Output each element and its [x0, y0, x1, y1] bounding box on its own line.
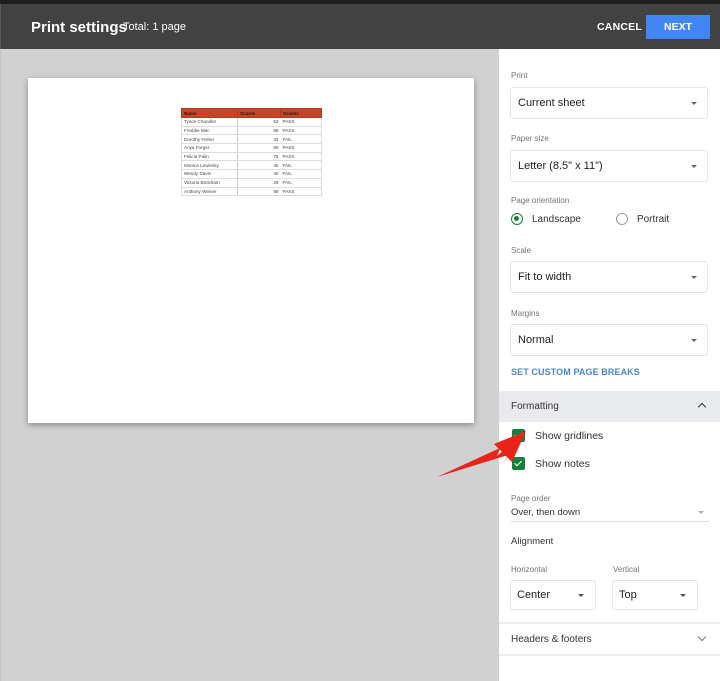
horizontal-alignment-value: Center [517, 589, 551, 601]
sheet-cell-score: 75 [237, 152, 281, 162]
sheet-cell-score: 88 [237, 126, 281, 136]
portrait-radio[interactable] [615, 213, 628, 225]
orientation-label: Page orientation [511, 196, 570, 205]
margins-select[interactable]: Normal [510, 324, 708, 356]
sheet-cell-name: Victoria Beckham [181, 178, 238, 188]
sheet-cell-grade: PASS [280, 126, 322, 136]
next-button[interactable]: NEXT [646, 15, 710, 39]
sheet-cell-grade: PASS [280, 187, 322, 197]
chevron-up-icon [697, 402, 707, 412]
sheet-cell-score: 40 [237, 169, 281, 179]
orientation-radio-group: Landscape Portrait [511, 213, 669, 225]
dropdown-caret-icon [578, 594, 584, 597]
sheet-cell-grade: PASS [280, 152, 322, 162]
sheet-cell-grade: PASS [280, 117, 322, 127]
sheet-cell-name: Freddie Mac [181, 126, 238, 136]
cancel-button[interactable]: CANCEL [597, 21, 642, 33]
sheet-cell-grade: FAIL [280, 169, 322, 179]
section-divider [499, 654, 720, 656]
sheet-row: Dorothy Fisher 33 FAIL [181, 134, 322, 145]
paper-size-select[interactable]: Letter (8.5" x 11") [510, 150, 708, 182]
scale-label: Scale [511, 246, 532, 255]
headers-footers-section-header[interactable]: Headers & footers [499, 624, 720, 655]
sheet-row: Victoria Beckham 29 FAIL [181, 178, 322, 188]
sheet-cell-name: Dorothy Fisher [181, 134, 238, 145]
sheet-row: Wendy Davis 40 FAIL [181, 169, 322, 179]
sheet-row: Monica Lewinsky 45 FAIL [181, 160, 322, 171]
landscape-label[interactable]: Landscape [532, 214, 581, 225]
sheet-cell-name: Felicia Palin [181, 152, 238, 162]
sheet-cell-name: Anya Forger [181, 143, 238, 153]
landscape-radio[interactable] [511, 213, 523, 225]
sheet-cell-score: 89 [237, 187, 281, 197]
sheet-cell-score: 90 [237, 143, 281, 153]
horizontal-label: Horizontal [511, 565, 548, 574]
scale-value: Fit to width [518, 271, 572, 283]
print-label: Print [511, 71, 528, 80]
print-select-value: Current sheet [518, 97, 585, 109]
paper-size-value: Letter (8.5" x 11") [518, 160, 603, 172]
set-custom-page-breaks-link[interactable]: SET CUSTOM PAGE BREAKS [511, 367, 640, 377]
page-count: Total: 1 page [123, 21, 186, 33]
sheet-cell-grade: FAIL [280, 178, 322, 188]
sheet-cell-name: Wendy Davis [181, 169, 238, 179]
preview-sheet-table: Name Scores Grades Tyson Chandler 52 PASS F… [181, 108, 322, 197]
page-title: Print settings [31, 19, 127, 36]
sheet-row: Felicia Palin 75 PASS [181, 152, 322, 162]
page-order-label: Page order [511, 494, 551, 503]
preview-page: Name Scores Grades Tyson Chandler 52 PASS F… [28, 78, 474, 423]
vertical-alignment-value: Top [619, 589, 637, 601]
sheet-cell-score: 45 [237, 160, 281, 171]
margins-label: Margins [511, 309, 540, 318]
sheet-cell-grade: PASS [280, 143, 322, 153]
sheet-column-header: Grades [280, 108, 322, 118]
sheet-cell-score: 52 [237, 117, 281, 127]
show-gridlines-label[interactable]: Show gridlines [535, 430, 603, 442]
sheet-header-row: Name Scores Grades [181, 108, 322, 118]
vertical-alignment-select[interactable]: Top [612, 580, 698, 610]
dropdown-caret-icon [691, 102, 697, 105]
sheet-row: Tyson Chandler 52 PASS [181, 117, 322, 127]
horizontal-alignment-select[interactable]: Center [510, 580, 596, 610]
dropdown-caret-icon [691, 276, 697, 279]
headers-footers-title: Headers & footers [511, 634, 592, 645]
sheet-cell-name: Tyson Chandler [181, 117, 238, 127]
paper-size-label: Paper size [511, 134, 549, 143]
page-order-value: Over, then down [511, 507, 581, 518]
show-notes-option[interactable]: Show notes [512, 457, 590, 470]
sheet-cell-name: Anthony Weiner [181, 187, 238, 197]
chevron-down-icon [697, 632, 707, 642]
sheet-row: Anya Forger 90 PASS [181, 143, 322, 153]
sheet-cell-grade: FAIL [280, 134, 322, 145]
sheet-cell-score: 29 [237, 178, 281, 188]
show-notes-checkbox[interactable] [512, 457, 525, 470]
dropdown-caret-icon [698, 511, 704, 514]
print-preview-area: Name Scores Grades Tyson Chandler 52 PASS F… [0, 49, 499, 681]
show-gridlines-option[interactable]: Show gridlines [512, 429, 603, 442]
alignment-heading: Alignment [511, 536, 554, 547]
portrait-label[interactable]: Portrait [637, 214, 669, 225]
dropdown-caret-icon [691, 339, 697, 342]
sheet-row: Anthony Weiner 89 PASS [181, 187, 322, 197]
settings-panel: Print Current sheet Paper size Letter (8… [499, 49, 720, 681]
sheet-column-header: Scores [237, 108, 281, 118]
sheet-cell-score: 33 [237, 134, 281, 145]
sheet-cell-name: Monica Lewinsky [181, 160, 238, 171]
margins-value: Normal [518, 334, 554, 346]
sheet-column-header: Name [181, 108, 238, 118]
vertical-label: Vertical [613, 565, 640, 574]
page-order-select[interactable]: Over, then down [511, 504, 709, 522]
print-settings-header: Print settings Total: 1 page CANCEL NEXT [0, 4, 720, 49]
sheet-cell-grade: FAIL [280, 160, 322, 171]
show-gridlines-checkbox[interactable] [512, 429, 525, 442]
print-select[interactable]: Current sheet [510, 87, 708, 119]
scale-select[interactable]: Fit to width [510, 261, 708, 293]
show-notes-label[interactable]: Show notes [535, 458, 590, 470]
formatting-title: Formatting [511, 401, 559, 412]
dropdown-caret-icon [691, 165, 697, 168]
formatting-section-header[interactable]: Formatting [499, 391, 720, 422]
dropdown-caret-icon [680, 594, 686, 597]
sheet-row: Freddie Mac 88 PASS [181, 126, 322, 136]
